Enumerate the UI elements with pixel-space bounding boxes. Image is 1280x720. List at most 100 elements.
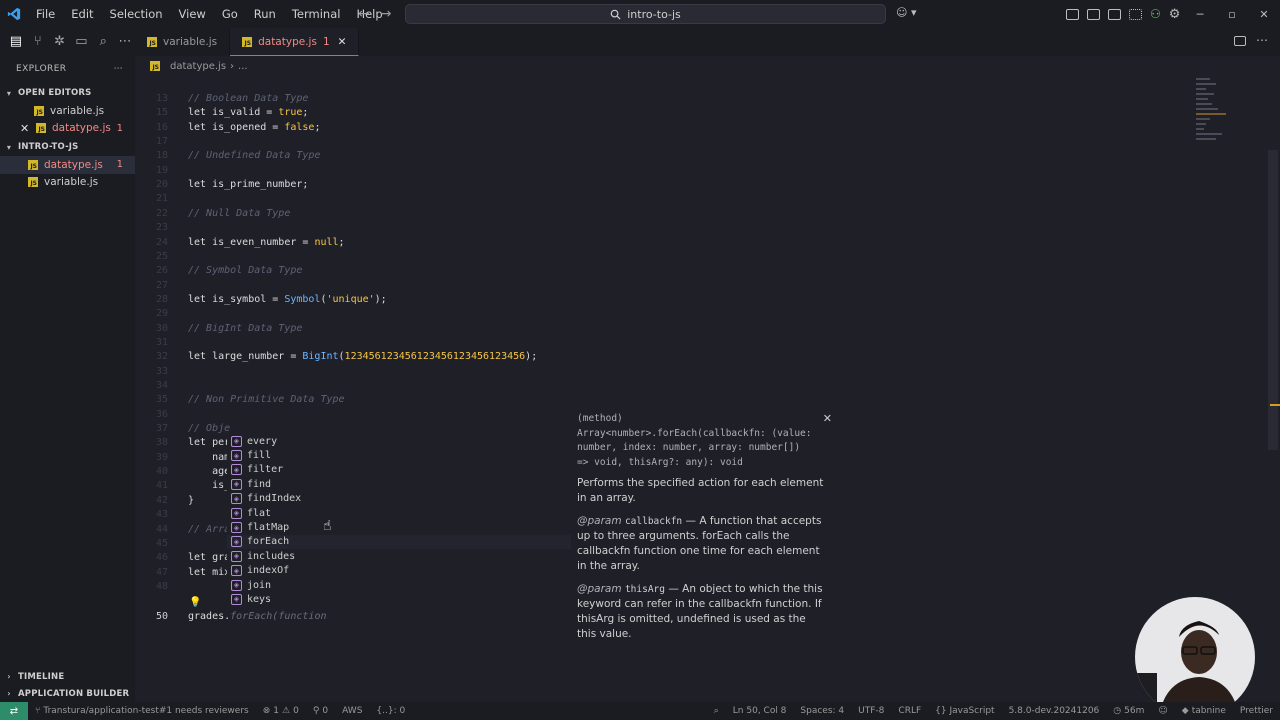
- minimap[interactable]: [1190, 74, 1270, 154]
- suggest-item-fill[interactable]: ◈ fill: [227, 448, 571, 462]
- code-line[interactable]: 18 // Undefined Data Type: [135, 149, 1235, 163]
- code-line[interactable]: 32 let large_number = BigInt(123456123456…: [135, 350, 1235, 364]
- explorer-icon[interactable]: ▤: [6, 31, 26, 51]
- suggest-item-keys[interactable]: ◈ keys: [227, 592, 571, 606]
- code-line[interactable]: 17: [135, 135, 1235, 149]
- toggle-panel-icon[interactable]: [1087, 8, 1100, 20]
- tab-datatype[interactable]: JS datatype.js 1 ✕: [230, 28, 360, 56]
- zoom-icon[interactable]: ⌕: [707, 706, 726, 716]
- suggest-item-indexof[interactable]: ◈ indexOf: [227, 564, 571, 578]
- code-line[interactable]: 28 let is_symbol = Symbol('unique');: [135, 293, 1235, 307]
- code-line[interactable]: 35 // Non Primitive Data Type: [135, 393, 1235, 407]
- suggest-item-findindex[interactable]: ◈ findIndex: [227, 492, 571, 506]
- code-line[interactable]: 21: [135, 192, 1235, 206]
- code-line[interactable]: 26 // Symbol Data Type: [135, 264, 1235, 278]
- menu-run[interactable]: Run: [246, 0, 284, 28]
- time-status[interactable]: ◷ 56m: [1106, 706, 1151, 716]
- code-line[interactable]: 29: [135, 307, 1235, 321]
- branch-status[interactable]: ⑂ Transtura/application-test#1 needs revi…: [28, 706, 256, 716]
- close-icon[interactable]: ✕: [20, 122, 32, 135]
- more-actions-icon[interactable]: ⋯: [1256, 33, 1268, 47]
- end-of-line[interactable]: CRLF: [891, 706, 928, 716]
- file-variable[interactable]: JS variable.js: [0, 174, 135, 192]
- suggest-item-flat[interactable]: ◈ flat: [227, 506, 571, 520]
- code-line[interactable]: 33: [135, 365, 1235, 379]
- app-builder-header[interactable]: › APPLICATION BUILDER: [0, 685, 135, 702]
- menu-view[interactable]: View: [171, 0, 214, 28]
- code-line[interactable]: 22 // Null Data Type: [135, 207, 1235, 221]
- close-tab-icon[interactable]: ✕: [338, 36, 347, 48]
- code-line[interactable]: 23: [135, 221, 1235, 235]
- code-line[interactable]: 15 let is_valid = true;: [135, 106, 1235, 120]
- explorer-more-icon[interactable]: ⋯: [114, 64, 123, 74]
- tabnine-status[interactable]: ◆ tabnine: [1175, 706, 1233, 716]
- indentation[interactable]: Spaces: 4: [793, 706, 851, 716]
- debug-icon[interactable]: ✲: [50, 31, 70, 51]
- source-control-icon[interactable]: ⑂: [28, 31, 48, 51]
- menu-selection[interactable]: Selection: [102, 0, 171, 28]
- open-editor-variable[interactable]: JS variable.js: [0, 102, 135, 120]
- code-line[interactable]: 16 let is_opened = false;: [135, 121, 1235, 135]
- remote-explorer-icon[interactable]: ▭: [71, 31, 91, 51]
- maximize-icon[interactable]: ▫: [1216, 8, 1248, 21]
- folder-header[interactable]: ▾ INTRO-TO-JS: [0, 138, 135, 156]
- customize-layout-icon[interactable]: [1129, 8, 1142, 20]
- typescript-version[interactable]: 5.8.0-dev.20241206: [1002, 706, 1107, 716]
- lightbulb-icon[interactable]: 💡: [189, 597, 201, 608]
- remote-indicator-icon[interactable]: ⇄: [0, 702, 28, 720]
- close-details-icon[interactable]: ✕: [823, 412, 832, 425]
- code-line[interactable]: 24 let is_even_number = null;: [135, 236, 1235, 250]
- settings-gear-icon[interactable]: ⚙: [1169, 7, 1181, 22]
- line-number: 16: [155, 121, 168, 133]
- breadcrumb-symbol[interactable]: ...: [238, 61, 248, 72]
- suggest-item-find[interactable]: ◈ find: [227, 477, 571, 491]
- open-editor-datatype[interactable]: ✕ JS datatype.js 1: [0, 120, 135, 138]
- language-mode[interactable]: {} JavaScript: [928, 706, 1001, 716]
- suggest-item-includes[interactable]: ◈ includes: [227, 549, 571, 563]
- aws-status[interactable]: AWS: [335, 706, 369, 716]
- toggle-secondary-sidebar-icon[interactable]: [1108, 8, 1121, 20]
- forward-arrow-icon[interactable]: →: [380, 6, 392, 22]
- code-line[interactable]: 31: [135, 336, 1235, 350]
- suggest-item-join[interactable]: ◈ join: [227, 578, 571, 592]
- menu-file[interactable]: File: [28, 0, 63, 28]
- accounts-icon[interactable]: ⚇: [1150, 7, 1161, 21]
- code-line[interactable]: 27: [135, 279, 1235, 293]
- timeline-header[interactable]: › TIMELINE: [0, 668, 135, 685]
- ports-status[interactable]: ⚲ 0: [306, 706, 335, 716]
- file-datatype[interactable]: JS datatype.js 1: [0, 156, 135, 174]
- menu-go[interactable]: Go: [214, 0, 246, 28]
- prettier-status[interactable]: Prettier: [1233, 706, 1280, 716]
- code-text: nam: [188, 451, 231, 463]
- braces-status[interactable]: {..}: 0: [369, 706, 412, 716]
- menu-edit[interactable]: Edit: [63, 0, 101, 28]
- open-editors-header[interactable]: ▾ OPEN EDITORS: [0, 84, 135, 102]
- more-views-icon[interactable]: ⋯: [115, 31, 135, 51]
- copilot-icon[interactable]: ☺ ▾: [896, 6, 917, 19]
- breadcrumb-file[interactable]: datatype.js: [170, 61, 226, 72]
- suggest-item-foreach[interactable]: ◈ forEach: [227, 534, 571, 550]
- back-arrow-icon[interactable]: ←: [358, 6, 370, 22]
- suggest-item-filter[interactable]: ◈ filter: [227, 463, 571, 477]
- encoding[interactable]: UTF-8: [851, 706, 891, 716]
- problems-status[interactable]: ⊗ 1 ⚠ 0: [256, 706, 306, 716]
- code-line[interactable]: 25: [135, 250, 1235, 264]
- tab-variable[interactable]: JS variable.js: [135, 28, 231, 56]
- search-icon[interactable]: ⌕: [93, 31, 113, 51]
- minimize-icon[interactable]: ─: [1184, 8, 1216, 21]
- suggest-item-every[interactable]: ◈ every: [227, 434, 571, 448]
- code-line[interactable]: 20 let is_prime_number;: [135, 178, 1235, 192]
- toggle-sidebar-icon[interactable]: [1066, 8, 1079, 20]
- menu-terminal[interactable]: Terminal: [284, 0, 349, 28]
- code-line[interactable]: 34: [135, 379, 1235, 393]
- code-line[interactable]: 19: [135, 164, 1235, 178]
- suggest-item-flatmap[interactable]: ◈ flatMap: [227, 520, 571, 534]
- command-center-search[interactable]: intro-to-js: [405, 4, 886, 24]
- method-icon: ◈: [231, 565, 242, 577]
- cursor-position[interactable]: Ln 50, Col 8: [726, 706, 794, 716]
- code-line[interactable]: 13 // Boolean Data Type: [135, 92, 1235, 106]
- split-editor-icon[interactable]: [1234, 36, 1246, 46]
- code-line[interactable]: 30 // BigInt Data Type: [135, 322, 1235, 336]
- close-window-icon[interactable]: ✕: [1248, 8, 1280, 21]
- copilot-status-icon[interactable]: ☺: [1151, 706, 1174, 716]
